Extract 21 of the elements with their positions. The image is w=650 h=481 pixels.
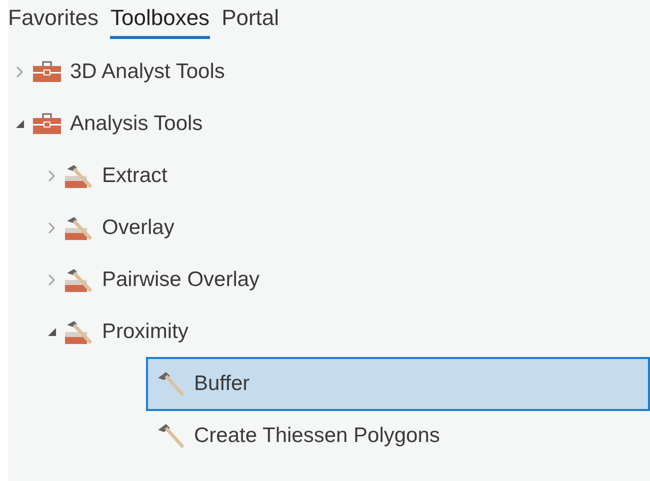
collapse-arrow-icon[interactable] [47, 327, 57, 337]
toolset-icon [64, 163, 94, 189]
toolset-icon [64, 319, 94, 345]
hammer-icon [156, 370, 186, 398]
toolset-label[interactable]: Pairwise Overlay [102, 268, 260, 292]
toolbox-label[interactable]: Analysis Tools [70, 112, 203, 136]
toolset-icon [64, 267, 94, 293]
tab[interactable]: Favorites [8, 5, 98, 39]
tool-item[interactable]: Buffer [146, 357, 650, 411]
toolbox-icon [32, 61, 62, 83]
hammer-icon [156, 422, 186, 450]
toolbox-icon [32, 113, 62, 135]
toolset-label[interactable]: Overlay [102, 216, 174, 240]
tool-item[interactable]: Create Thiessen Polygons [146, 409, 650, 463]
toolbox-label[interactable]: 3D Analyst Tools [70, 60, 225, 84]
toolset-label[interactable]: Extract [102, 164, 168, 188]
tab[interactable]: Portal [222, 5, 280, 39]
tab[interactable]: Toolboxes [110, 5, 210, 39]
toolset-label[interactable]: Proximity [102, 320, 188, 344]
toolset-icon [64, 215, 94, 241]
collapse-arrow-icon[interactable] [15, 119, 25, 129]
